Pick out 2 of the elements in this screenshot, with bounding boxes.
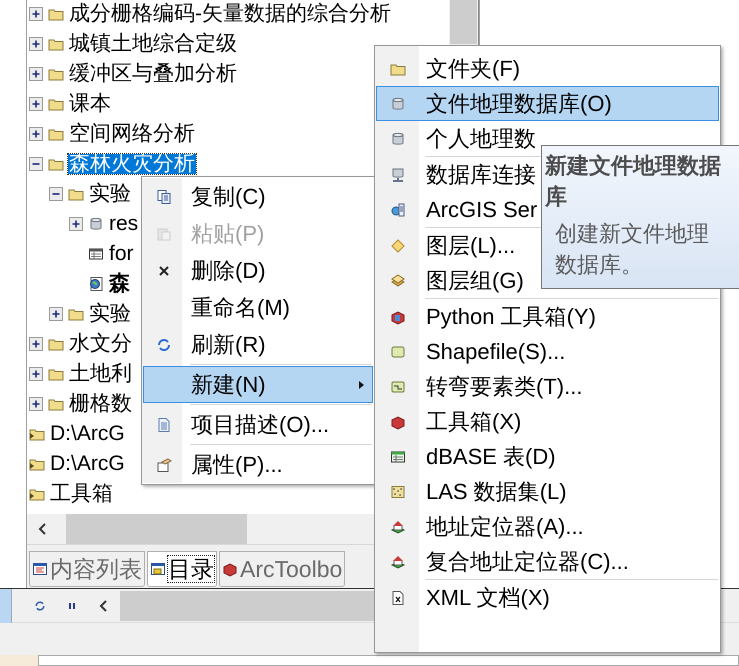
tooltip-title: 新建文件地理数据库	[545, 152, 722, 211]
tooltip-text: 创建新文件地理数据库。	[554, 220, 710, 279]
